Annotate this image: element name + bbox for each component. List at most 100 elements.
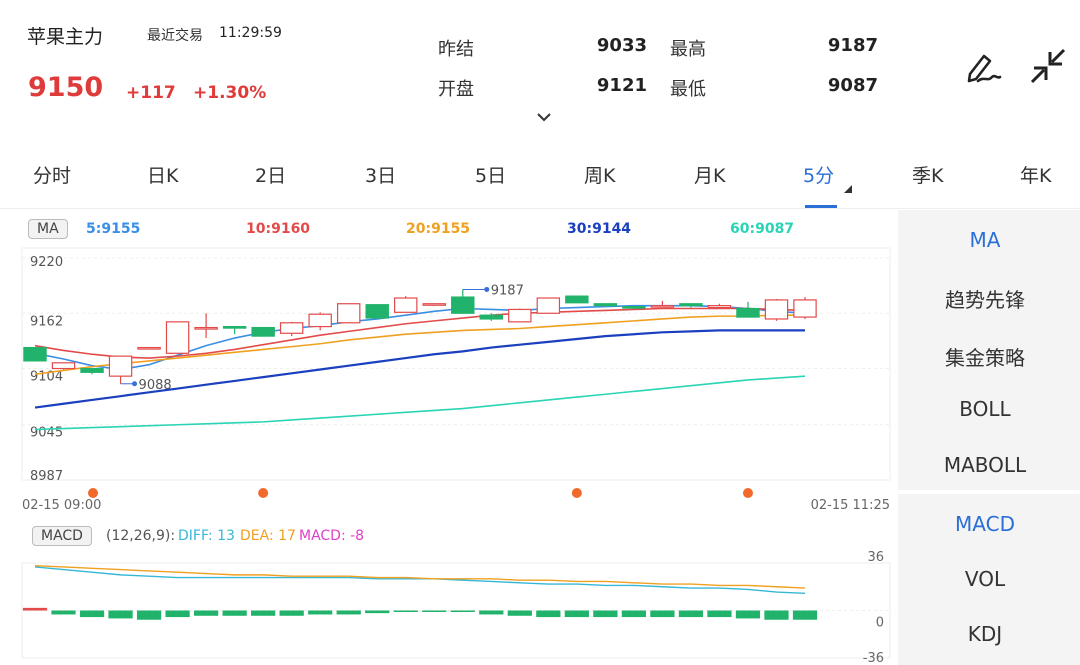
tab-month-k[interactable]: 月K xyxy=(694,161,725,188)
last-trade-label: 最近交易 xyxy=(147,28,203,44)
ma5-value: 5:9155 xyxy=(86,221,141,237)
event-marker xyxy=(88,488,98,498)
candle-body xyxy=(165,321,190,354)
sidebar-item-trend-pioneer[interactable]: 趋势先锋 xyxy=(898,284,1072,313)
macd-bar xyxy=(536,610,561,618)
sidebar-divider xyxy=(898,490,1080,494)
tab-day-k[interactable]: 日K xyxy=(147,161,178,188)
tab-5day[interactable]: 5日 xyxy=(475,161,506,188)
sidebar-item-maboll[interactable]: MABOLL xyxy=(898,453,1072,477)
tab-year-k[interactable]: 年K xyxy=(1020,161,1051,188)
high-value: 9187 xyxy=(827,35,878,56)
y-tick-label: 9220 xyxy=(30,255,63,270)
macd-bar xyxy=(365,610,390,614)
macd-dea-value: DEA: 17 xyxy=(240,528,296,544)
macd-bar xyxy=(222,610,247,616)
macd-bar xyxy=(564,610,589,618)
candle-body xyxy=(336,303,361,324)
open-label: 开盘 xyxy=(438,79,474,100)
macd-y-tick: 36 xyxy=(867,550,884,565)
candlestick-chart[interactable]: 922091629104904589879187908802-15 09:00 0… xyxy=(0,240,898,515)
symbol-name: 苹果主力 xyxy=(27,26,104,48)
candle-body xyxy=(650,305,675,308)
tab-2day[interactable]: 2日 xyxy=(255,161,286,188)
low-label: 最低 xyxy=(670,79,706,100)
candle-body xyxy=(707,305,732,309)
event-marker xyxy=(258,488,269,498)
macd-bar xyxy=(136,610,162,620)
macd-params: (12,26,9): xyxy=(106,528,176,544)
candle-body xyxy=(479,314,504,320)
ma20-line xyxy=(34,314,805,376)
ma10-value: 10:9160 xyxy=(246,221,311,237)
macd-bar xyxy=(108,610,133,619)
event-marker xyxy=(571,488,582,498)
sidebar-item-vol[interactable]: VOL xyxy=(898,567,1072,591)
macd-bar xyxy=(764,610,789,620)
sidebar-item-ma[interactable]: MA xyxy=(898,228,1072,252)
tab-dropdown-icon[interactable] xyxy=(844,185,852,193)
annotation-label: 9187 xyxy=(491,283,524,298)
macd-y-tick: -36 xyxy=(863,651,884,665)
ma60-value: 60:9087 xyxy=(730,221,795,237)
macd-bar xyxy=(336,610,361,615)
macd-indicator-tag[interactable]: MACD xyxy=(32,526,92,546)
event-marker xyxy=(742,488,753,498)
candle-body xyxy=(365,304,389,319)
candle-body xyxy=(222,326,247,329)
macd-diff-value: DIFF: 13 xyxy=(178,528,235,544)
candle-body xyxy=(251,326,275,337)
ma5-line xyxy=(34,304,806,371)
prev-settle-label: 昨结 xyxy=(438,39,474,60)
macd-bar xyxy=(308,610,333,615)
ma-indicator-tag[interactable]: MA xyxy=(28,219,68,239)
x-end-label: 02-15 11:25 xyxy=(811,498,890,513)
last-trade-time: 11:29:59 xyxy=(219,25,282,41)
annotation-dot xyxy=(484,286,490,292)
price-change: +117 xyxy=(126,83,176,103)
macd-bar xyxy=(479,610,504,615)
ma20-value: 20:9155 xyxy=(406,221,471,237)
tab-quarter-k[interactable]: 季K xyxy=(912,161,943,188)
macd-bar xyxy=(621,610,647,618)
period-tabs: 分时 日K 2日 3日 5日 周K 月K 5分 季K 年K xyxy=(0,145,1080,208)
macd-bar xyxy=(79,610,105,618)
low-value: 9087 xyxy=(827,75,878,96)
macd-chart[interactable]: 36 0 -36 xyxy=(0,548,898,665)
sidebar-item-boll[interactable]: BOLL xyxy=(898,397,1072,421)
price-change-pct: +1.30% xyxy=(193,83,267,103)
candle-body xyxy=(308,313,332,328)
macd-bar xyxy=(707,610,732,618)
macd-bar xyxy=(792,610,818,620)
candle-body xyxy=(23,346,47,362)
indicator-sidebar xyxy=(898,210,1080,665)
macd-bar xyxy=(450,610,475,612)
chevron-down-icon[interactable] xyxy=(537,112,551,122)
macd-bar xyxy=(593,610,618,618)
collapse-arrows-icon[interactable] xyxy=(1028,46,1068,86)
candle-body xyxy=(764,299,789,320)
current-price: 9150 xyxy=(28,72,104,103)
annotation-label: 9088 xyxy=(139,378,172,393)
candle-body xyxy=(108,355,133,377)
sidebar-item-macd[interactable]: MACD xyxy=(898,512,1072,536)
candle-body xyxy=(622,305,646,309)
draw-pen-icon[interactable] xyxy=(964,46,1004,86)
macd-bar xyxy=(678,610,704,618)
tab-5min[interactable]: 5分 xyxy=(803,161,834,188)
prev-settle-value: 9033 xyxy=(596,35,647,56)
macd-bar xyxy=(165,610,190,618)
tab-minute[interactable]: 分时 xyxy=(33,161,71,188)
open-value: 9121 xyxy=(596,75,647,96)
candle-body xyxy=(508,308,532,323)
tab-3day[interactable]: 3日 xyxy=(365,161,396,188)
macd-bar xyxy=(422,610,447,612)
macd-bar xyxy=(650,610,675,618)
macd-bar xyxy=(507,610,532,616)
candle-body xyxy=(736,307,760,318)
y-tick-label: 9162 xyxy=(30,314,63,329)
sidebar-item-kdj[interactable]: KDJ xyxy=(898,622,1072,646)
candle-body xyxy=(536,297,561,314)
tab-week-k[interactable]: 周K xyxy=(584,161,615,188)
sidebar-item-fund-strategy[interactable]: 集金策略 xyxy=(898,342,1072,371)
